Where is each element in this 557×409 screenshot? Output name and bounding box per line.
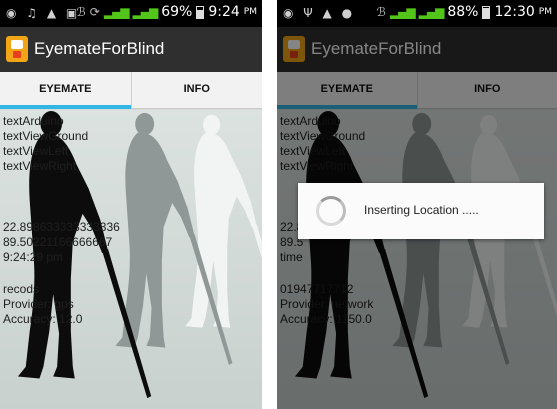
loading-spinner-icon — [316, 196, 346, 226]
dialog-message: Inserting Location ..... — [364, 203, 479, 217]
records-value: recods — [3, 282, 40, 296]
notification-icons: ◉ ♫ ▲ ▣ — [6, 6, 81, 20]
main-content: textArduino textViewGround textViewLeft … — [0, 110, 262, 409]
sync-icon: ⟳ — [89, 5, 100, 19]
signal-icon: ▂▄▆ — [103, 5, 130, 19]
text-view-ground: textViewGround — [3, 129, 89, 143]
accuracy-value: Accuracy: 12.0 — [3, 312, 83, 326]
time-value: 9:24:29 pm — [3, 250, 64, 264]
battery-percent: 88% — [447, 4, 479, 20]
app-title: EyemateForBlind — [34, 39, 165, 58]
battery-icon — [482, 5, 491, 19]
tab-bar: EYEMATE INFO — [0, 72, 262, 109]
status-bar: ◉ ♫ ▲ ▣ ℬ ⟳ ▂▄▆ ▂▄▆ 69% 9:24 PM — [0, 0, 262, 27]
phone-screen-1: ◉ ♫ ▲ ▣ ℬ ⟳ ▂▄▆ ▂▄▆ 69% 9:24 PM EyemateFo… — [0, 0, 262, 409]
sensor-readings: textArduino textViewGround textViewLeft … — [3, 114, 120, 327]
bluetooth-icon: ℬ — [76, 5, 86, 19]
notification-icons: ◉ Ψ ▲ ● — [283, 6, 356, 20]
clock-ampm: PM — [243, 7, 257, 17]
text-arduino: textArduino — [3, 114, 64, 128]
longitude-value: 89.50221166666667 — [3, 235, 113, 249]
text-view-right: textViewRight — [3, 159, 77, 173]
clock: 12:30 — [494, 4, 535, 20]
signal-icon-2: ▂▄▆ — [132, 5, 159, 19]
status-bar: ◉ Ψ ▲ ● ℬ ▂▄▆ ▂▄▆ 88% 12:30 PM — [277, 0, 557, 27]
battery-percent: 69% — [161, 4, 193, 20]
tab-eyemate[interactable]: EYEMATE — [0, 72, 131, 109]
signal-icon-2: ▂▄▆ — [418, 5, 445, 19]
phone-screen-2: ◉ Ψ ▲ ● ℬ ▂▄▆ ▂▄▆ 88% 12:30 PM EyemateFor… — [277, 0, 557, 409]
provider-value: Provider: gps — [3, 297, 74, 311]
bluetooth-icon: ℬ — [376, 5, 386, 19]
action-bar: EyemateForBlind — [0, 27, 262, 72]
clock: 9:24 — [208, 4, 240, 20]
latitude-value: 22.898633333333336 — [3, 220, 120, 234]
battery-icon — [196, 5, 205, 19]
signal-icon: ▂▄▆ — [389, 5, 416, 19]
clock-ampm: PM — [538, 7, 552, 17]
tab-info[interactable]: INFO — [130, 72, 263, 108]
app-icon — [6, 36, 28, 62]
progress-dialog: Inserting Location ..... — [298, 183, 544, 239]
text-view-left: textViewLeft — [3, 144, 69, 158]
